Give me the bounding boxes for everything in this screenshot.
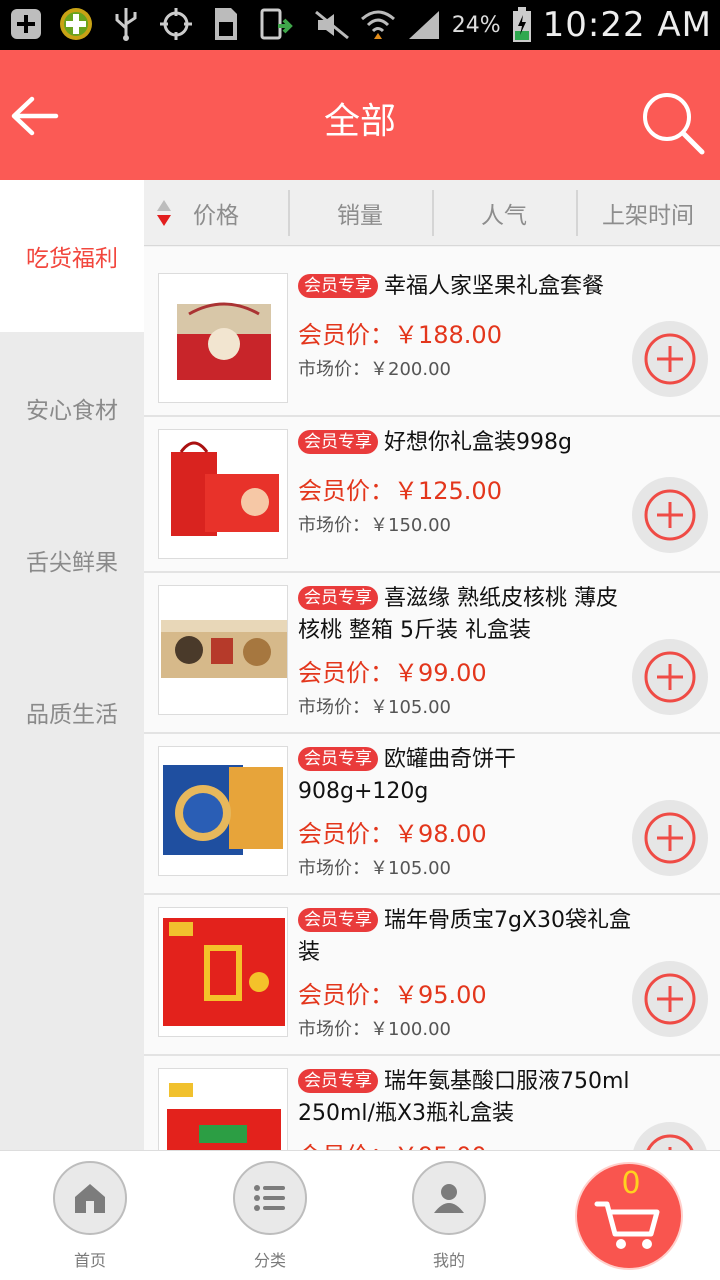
product-image	[158, 1068, 288, 1150]
app-header: 全部	[0, 50, 720, 180]
member-price: 会员价：￥95.00	[298, 1136, 487, 1150]
sort-sales-label: 销量	[337, 202, 383, 229]
product-item[interactable]: 会员专享 喜滋缘 熟纸皮核桃 薄皮核桃 整箱 5斤装 礼盒装 会员价：￥99.00…	[144, 573, 720, 734]
app-plus-icon	[58, 6, 94, 42]
plus-circle-icon	[644, 812, 696, 864]
search-button[interactable]	[640, 90, 706, 156]
signal-icon	[406, 7, 442, 43]
sort-popularity-label: 人气	[481, 202, 527, 229]
sort-sales[interactable]: 销量	[288, 180, 432, 245]
member-badge: 会员专享	[298, 430, 378, 454]
member-badge: 会员专享	[298, 908, 378, 932]
add-to-cart-button[interactable]	[632, 477, 708, 553]
page-title: 全部	[323, 101, 396, 142]
cart-icon	[594, 1201, 660, 1249]
product-image	[158, 273, 288, 403]
sort-arrows-icon	[157, 200, 171, 226]
nav-mine[interactable]: 我的	[399, 1161, 499, 1271]
product-name-line: 会员专享 瑞年氨基酸口服液750ml 250ml/瓶X3瓶礼盒装	[298, 1066, 638, 1130]
plus-circle-icon	[644, 973, 696, 1025]
product-item[interactable]: 会员专享 瑞年骨质宝7gX30袋礼盒装 会员价：￥95.00 市场价：￥100.0…	[144, 895, 720, 1056]
user-icon	[434, 1184, 464, 1213]
add-to-cart-button[interactable]	[632, 321, 708, 397]
member-badge: 会员专享	[298, 274, 378, 298]
nav-mine-circle	[412, 1161, 486, 1235]
product-name-line: 会员专享 幸福人家坚果礼盒套餐	[298, 271, 638, 303]
sort-newest-label: 上架时间	[602, 202, 694, 229]
member-price: 会员价：￥99.00	[298, 659, 487, 687]
product-name-line: 会员专享 喜滋缘 熟纸皮核桃 薄皮核桃 整箱 5斤装 礼盒装	[298, 583, 638, 647]
add-notification-icon	[8, 6, 44, 42]
home-icon	[75, 1184, 105, 1213]
product-image	[158, 907, 288, 1037]
category-sidebar: 吃货福利 安心食材 舌尖鲜果 品质生活	[0, 180, 144, 1150]
sort-price-label: 价格	[193, 202, 239, 229]
plus-circle-icon	[646, 1134, 694, 1150]
update-icon	[258, 6, 294, 42]
battery-percent: 24%	[451, 12, 501, 38]
cart-button[interactable]: 0	[575, 1162, 683, 1270]
nav-category[interactable]: 分类	[220, 1161, 320, 1271]
product-item[interactable]: 会员专享瑞年氨基酸口服液750ml 250ml/瓶X3瓶礼盒装 会员价：￥95.…	[144, 1056, 720, 1150]
member-price: 会员价：￥98.00	[298, 820, 487, 848]
add-to-cart-button[interactable]	[632, 800, 708, 876]
product-item[interactable]: 会员专享 幸福人家坚果礼盒套餐 会员价：￥188.00 市场价：￥200.00	[144, 247, 720, 417]
sort-popularity[interactable]: 人气	[432, 180, 576, 245]
product-list: 会员专享 幸福人家坚果礼盒套餐 会员价：￥188.00 市场价：￥200.00 会…	[144, 247, 720, 1150]
nav-mine-label: 我的	[432, 1251, 465, 1270]
member-price: 会员价：￥125.00	[298, 477, 502, 505]
product-name-line: 会员专享 瑞年骨质宝7gX30袋礼盒装	[298, 905, 638, 969]
product-item[interactable]: 会员专享 好想你礼盒装998g 会员价：￥125.00 市场价：￥150.00	[144, 417, 720, 573]
sort-newest[interactable]: 上架时间	[576, 180, 720, 245]
usb-icon	[108, 6, 144, 42]
sidebar-item-shejian[interactable]: 舌尖鲜果	[0, 484, 144, 636]
member-price: 会员价：￥95.00	[298, 981, 487, 1009]
wifi-icon	[360, 7, 396, 43]
market-price: 市场价：￥100.00	[298, 1019, 451, 1040]
market-price: 市场价：￥150.00	[298, 515, 451, 536]
plus-circle-icon	[644, 651, 696, 703]
battery-icon	[511, 7, 533, 43]
product-image	[158, 429, 288, 559]
nav-home-label: 首页	[73, 1251, 106, 1270]
add-to-cart-button[interactable]	[632, 961, 708, 1037]
list-icon	[254, 1185, 285, 1211]
status-bar: 24% 10:22 AM	[0, 0, 720, 50]
search-icon	[643, 93, 705, 155]
nav-home[interactable]: 首页	[40, 1161, 140, 1271]
product-name-line: 会员专享 好想你礼盒装998g	[298, 427, 638, 459]
sd-card-icon	[208, 6, 244, 42]
notification-icons	[8, 6, 294, 42]
nav-category-label: 分类	[253, 1251, 286, 1270]
market-price: 市场价：￥105.00	[298, 858, 451, 879]
product-image	[158, 746, 288, 876]
product-name: 幸福人家坚果礼盒套餐	[384, 274, 605, 299]
member-badge: 会员专享	[298, 1069, 378, 1093]
nav-home-circle	[53, 1161, 127, 1235]
gps-icon	[158, 6, 194, 42]
clock: 10:22 AM	[542, 5, 712, 45]
market-price: 市场价：￥105.00	[298, 697, 451, 718]
member-badge: 会员专享	[298, 586, 378, 610]
market-price: 市场价：￥200.00	[298, 359, 451, 380]
add-to-cart-button[interactable]	[632, 1122, 708, 1150]
product-item[interactable]: 会员专享 欧罐曲奇饼干908g+120g 会员价：￥98.00 市场价：￥105.…	[144, 734, 720, 895]
product-name: 好想你礼盒装998g	[384, 430, 572, 455]
plus-circle-icon	[644, 333, 696, 385]
nav-category-circle	[233, 1161, 307, 1235]
product-name-line: 会员专享 欧罐曲奇饼干908g+120g	[298, 744, 638, 808]
sort-bar: 价格 销量 人气 上架时间	[144, 180, 720, 246]
sidebar-item-pinzhi[interactable]: 品质生活	[0, 636, 144, 788]
plus-circle-icon	[644, 489, 696, 541]
member-badge: 会员专享	[298, 747, 378, 771]
add-to-cart-button[interactable]	[632, 639, 708, 715]
mute-icon	[314, 7, 350, 43]
system-status: 24% 10:22 AM	[314, 0, 712, 50]
sort-price[interactable]: 价格	[144, 180, 288, 245]
sidebar-item-anxin[interactable]: 安心食材	[0, 332, 144, 484]
product-image	[158, 585, 288, 715]
sidebar-item-chihuo[interactable]: 吃货福利	[0, 180, 144, 332]
member-price: 会员价：￥188.00	[298, 321, 502, 349]
